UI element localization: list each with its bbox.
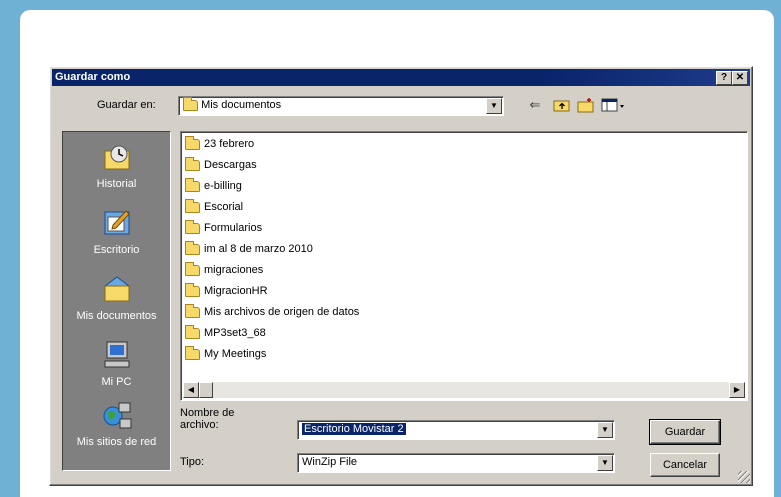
- scroll-right-icon[interactable]: ▶: [729, 382, 745, 398]
- folder-icon: [185, 345, 200, 360]
- up-folder-icon: [553, 100, 570, 112]
- list-item[interactable]: My Meetings: [185, 344, 266, 364]
- save-in-dropdown[interactable]: Mis documentos ▼: [178, 96, 504, 116]
- help-button[interactable]: ?: [716, 71, 732, 85]
- list-item[interactable]: migraciones: [185, 260, 263, 280]
- folder-icon: [185, 198, 200, 213]
- list-item[interactable]: im al 8 de marzo 2010: [185, 239, 313, 259]
- cancel-button[interactable]: Cancelar: [650, 453, 720, 477]
- place-desktop[interactable]: Escritorio: [63, 208, 170, 256]
- list-item[interactable]: Descargas: [185, 155, 257, 175]
- view-menu-button[interactable]: [601, 97, 627, 113]
- horizontal-scrollbar[interactable]: ◀ ▶: [183, 382, 745, 398]
- history-icon: [104, 145, 129, 170]
- list-item[interactable]: MigracionHR: [185, 281, 268, 301]
- list-item[interactable]: MP3set3_68: [185, 323, 266, 343]
- list-item[interactable]: Escorial: [185, 197, 243, 217]
- folder-icon: [185, 282, 200, 297]
- dialog-title: Guardar como: [55, 71, 131, 83]
- save-in-value: Mis documentos: [201, 99, 282, 111]
- folder-icon: [185, 240, 200, 255]
- list-item[interactable]: Mis archivos de origen de datos: [185, 302, 359, 322]
- new-folder-icon: [577, 98, 594, 113]
- scroll-thumb[interactable]: [199, 382, 213, 398]
- filetype-value: WinZip File: [302, 456, 358, 468]
- filetype-dropdown[interactable]: WinZip File ▼: [297, 453, 615, 473]
- folder-icon: [185, 324, 200, 339]
- place-label: Historial: [96, 178, 137, 190]
- place-history[interactable]: Historial: [63, 142, 170, 190]
- view-menu-icon: [601, 98, 624, 112]
- folder-icon: [185, 156, 200, 171]
- close-button[interactable]: ✕: [732, 71, 748, 85]
- save-in-label: Guardar en:: [97, 99, 156, 111]
- list-item[interactable]: 23 febrero: [185, 134, 254, 154]
- file-list[interactable]: 23 febrero Descargas e-billing Escorial …: [180, 131, 748, 401]
- chevron-down-icon[interactable]: ▼: [486, 98, 502, 114]
- desktop-icon: [104, 210, 130, 235]
- filename-label: Nombre de archivo:: [180, 407, 235, 431]
- title-bar[interactable]: Guardar como ? ✕: [52, 69, 750, 86]
- folder-icon: [185, 219, 200, 234]
- folder-icon: [185, 135, 200, 150]
- place-label: Mis documentos: [76, 310, 157, 322]
- network-places-icon: [103, 402, 131, 429]
- place-label: Escritorio: [93, 244, 140, 256]
- place-my-documents[interactable]: Mis documentos: [63, 274, 170, 322]
- back-button[interactable]: ⇐: [526, 97, 544, 113]
- my-computer-icon: [104, 341, 129, 368]
- list-item[interactable]: e-billing: [185, 176, 242, 196]
- filename-value: Escritorio Movistar 2: [302, 423, 406, 435]
- resize-grip[interactable]: [738, 471, 750, 483]
- my-documents-icon: [103, 276, 130, 302]
- up-folder-button[interactable]: [553, 97, 571, 113]
- scroll-left-icon[interactable]: ◀: [183, 382, 199, 398]
- back-arrow-icon: ⇐: [529, 97, 541, 112]
- place-network[interactable]: Mis sitios de red: [63, 400, 170, 448]
- save-button[interactable]: Guardar: [649, 419, 721, 445]
- chevron-down-icon[interactable]: ▼: [597, 455, 613, 471]
- list-item[interactable]: Formularios: [185, 218, 262, 238]
- save-as-dialog: Guardar como ? ✕ Guardar en: Mis documen…: [49, 66, 753, 486]
- place-my-computer[interactable]: Mi PC: [63, 340, 170, 388]
- folder-icon: [185, 261, 200, 276]
- filename-input[interactable]: Escritorio Movistar 2 ▼: [297, 420, 615, 440]
- folder-icon: [183, 96, 198, 111]
- filetype-label: Tipo:: [180, 456, 205, 468]
- chevron-down-icon[interactable]: ▼: [597, 422, 613, 438]
- data-sources-folder-icon: [185, 303, 200, 318]
- new-folder-button[interactable]: [577, 97, 595, 113]
- place-label: Mi PC: [101, 376, 132, 388]
- place-label: Mis sitios de red: [76, 436, 157, 448]
- places-bar: Historial Escritorio Mis documentos Mi P…: [62, 131, 171, 471]
- folder-icon: [185, 177, 200, 192]
